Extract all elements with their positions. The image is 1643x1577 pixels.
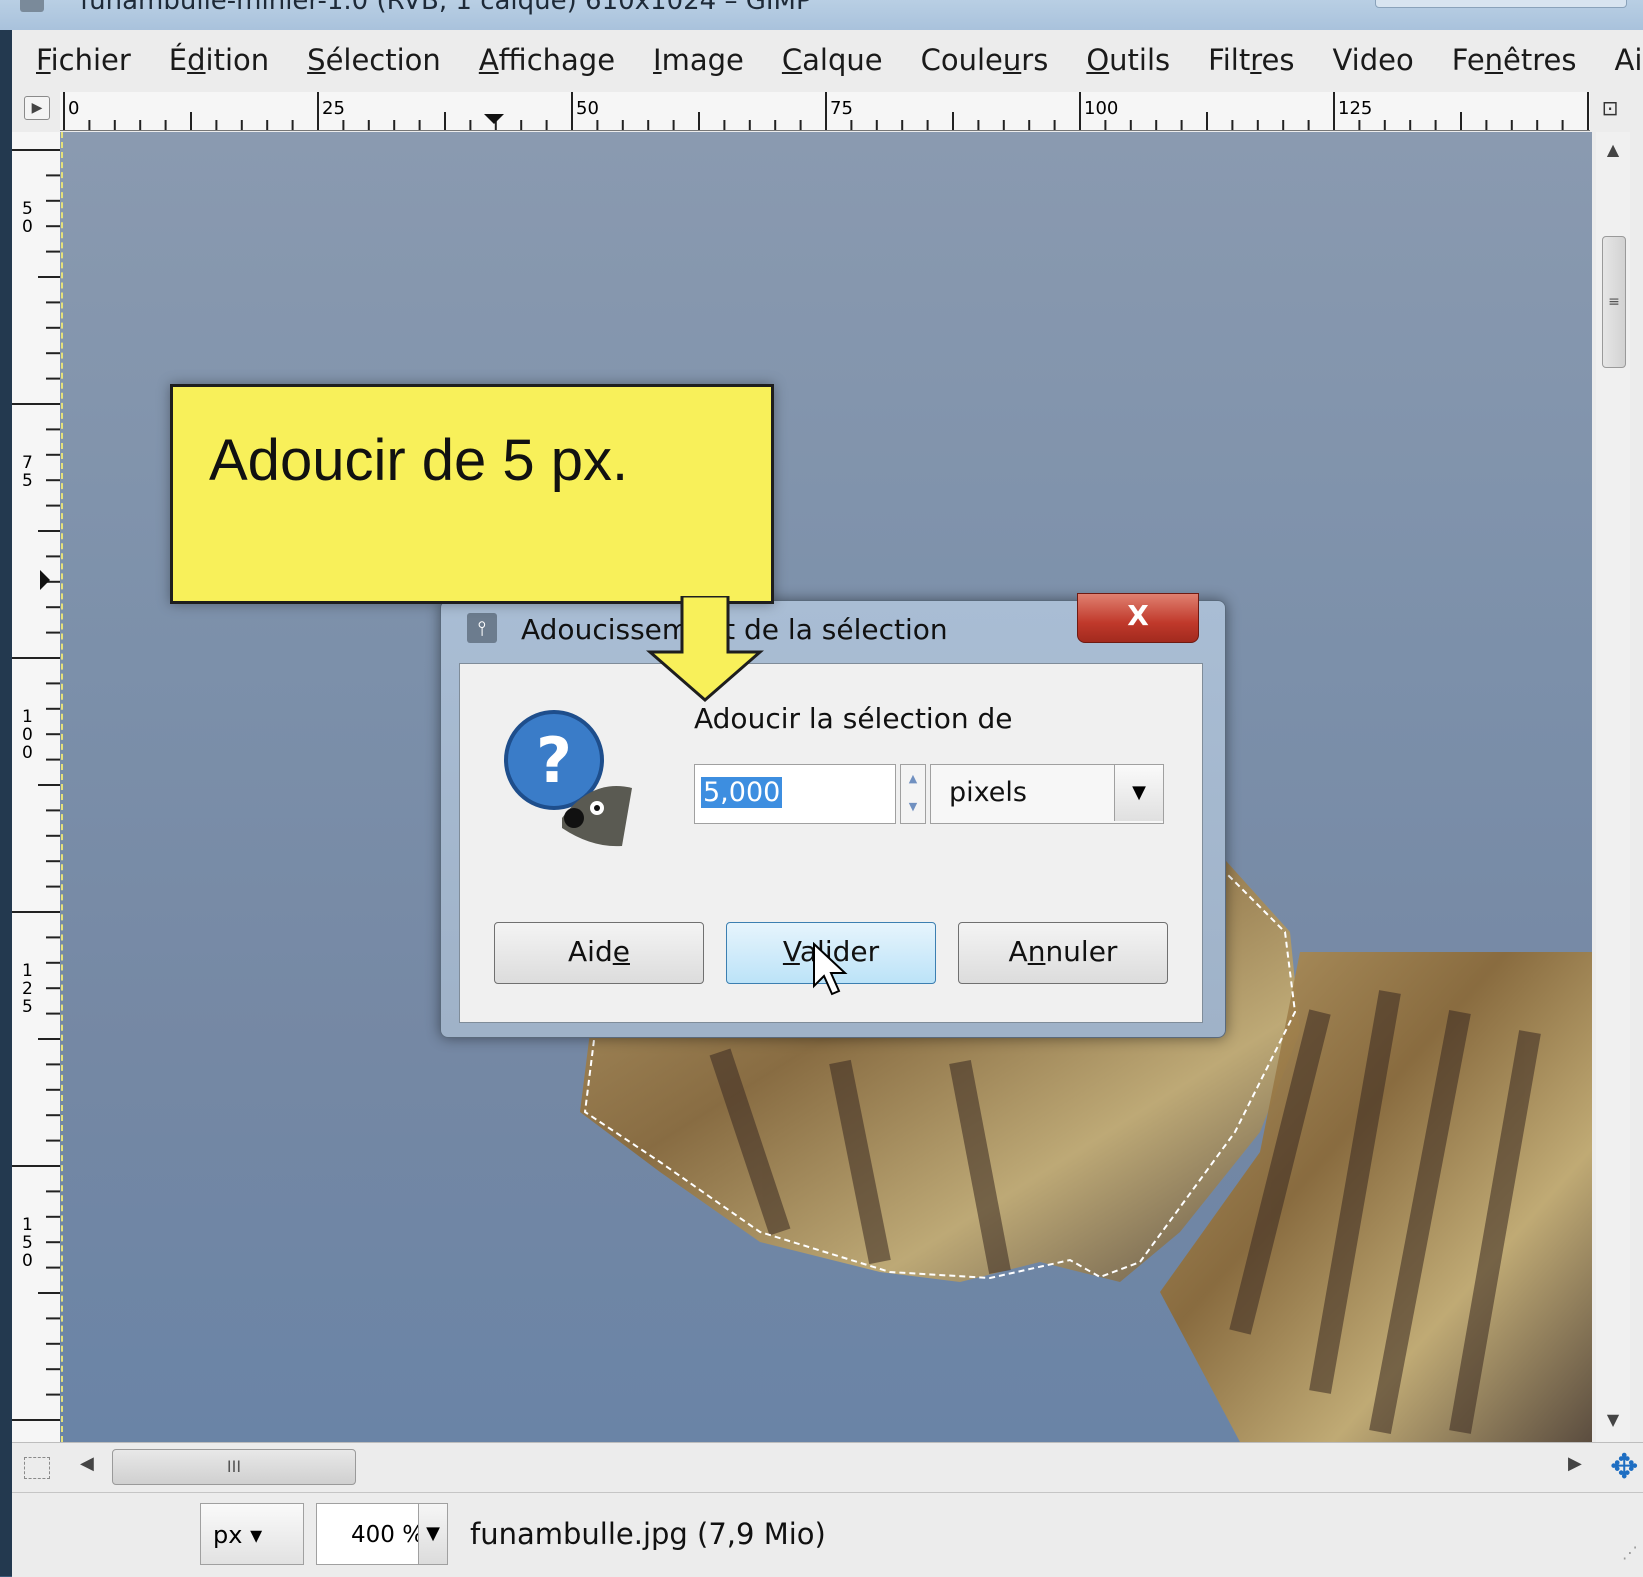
feather-unit-label: pixels	[949, 777, 1027, 808]
ruler-label: 1	[22, 707, 33, 727]
unit-selector[interactable]: px ▾	[200, 1503, 304, 1565]
vertical-scroll-thumb[interactable]: ≡	[1602, 236, 1626, 368]
menu-item-10[interactable]: Fenêtres	[1452, 43, 1577, 77]
help-label: Aid	[568, 935, 613, 968]
scroll-left-icon[interactable]: ◀	[80, 1453, 94, 1474]
help-label-mnemonic: e	[613, 935, 630, 968]
resize-grip-icon[interactable]: ⋰	[1622, 1543, 1638, 1562]
svg-text:?: ?	[536, 724, 572, 797]
menu-item-7[interactable]: Outils	[1086, 43, 1170, 77]
tutorial-callout: Adoucir de 5 px.	[170, 384, 774, 604]
ruler-label: 0	[22, 1251, 33, 1271]
navigate-icon[interactable]: ✥	[1610, 1447, 1639, 1487]
ruler-label: 100	[1084, 98, 1118, 119]
scroll-down-icon[interactable]: ▼	[1596, 1410, 1630, 1429]
zoom-dropdown-icon[interactable]: ▼	[418, 1504, 447, 1564]
unit-value: px	[213, 1521, 242, 1549]
cancel-label-b: nuler	[1045, 935, 1117, 968]
vertical-scrollbar[interactable]: ▲ ≡ ▼	[1596, 132, 1630, 1442]
menu-item-6[interactable]: Couleurs	[921, 43, 1049, 77]
window-title: funambulle-minier-1.0 (RVB, 1 calque) 61…	[80, 0, 812, 16]
menu-item-1[interactable]: Édition	[169, 43, 269, 77]
mouse-cursor-icon	[812, 942, 852, 1002]
cancel-label-mnemonic: n	[1028, 935, 1046, 968]
cancel-button[interactable]: Annuler	[958, 922, 1168, 984]
menu-item-8[interactable]: Filtres	[1208, 43, 1294, 77]
feather-radius-value: 5,000	[701, 777, 782, 808]
question-wilber-icon: ?	[502, 708, 602, 808]
feather-radius-stepper[interactable]: ▲▼	[900, 764, 926, 824]
feather-unit-select[interactable]: pixels ▼	[930, 764, 1164, 824]
ruler-label: 0	[68, 98, 79, 119]
quick-mask-toggle-icon[interactable]	[24, 1457, 50, 1479]
zoom-value: 400 %	[351, 1522, 424, 1548]
ruler-label: 25	[322, 98, 345, 119]
feather-radius-input[interactable]: 5,000	[694, 764, 896, 824]
ruler-label: 2	[22, 979, 33, 999]
pointer-position-marker	[484, 114, 504, 124]
gimp-dialog-icon: ⫯	[467, 613, 497, 643]
callout-arrow-icon	[640, 596, 770, 706]
ruler-label: 1	[22, 961, 33, 981]
help-button[interactable]: Aide	[494, 922, 704, 984]
desktop-edge	[0, 30, 12, 1576]
scroll-up-icon[interactable]: ▲	[1596, 140, 1630, 159]
zoom-fit-icon[interactable]: ⊡	[1596, 96, 1624, 124]
ruler-label: 0	[22, 743, 33, 763]
canvas-guide-line	[61, 132, 63, 1442]
file-info: funambulle.jpg (7,9 Mio)	[470, 1503, 826, 1565]
window-titlebar: funambulle-minier-1.0 (RVB, 1 calque) 61…	[0, 0, 1643, 30]
quick-mask-menu-icon[interactable]: ▶	[24, 96, 50, 120]
menu-item-4[interactable]: Image	[653, 43, 744, 77]
ruler-label: 7	[22, 453, 33, 473]
cancel-label-a: A	[1009, 935, 1028, 968]
statusbar: px ▾ 400 % ▼ funambulle.jpg (7,9 Mio) ⋰	[12, 1492, 1643, 1577]
menu-item-0[interactable]: Fichier	[36, 43, 131, 77]
ruler-label: 50	[576, 98, 599, 119]
ruler-label: 5	[22, 997, 33, 1017]
scroll-right-icon[interactable]: ▶	[1568, 1453, 1582, 1474]
horizontal-scroll-thumb[interactable]: III	[112, 1449, 356, 1485]
horizontal-ruler: 0 25 50 75 100 125	[60, 92, 1590, 131]
pointer-position-marker	[40, 570, 50, 590]
menubar: Fichier Édition Sélection Affichage Image Cal…	[12, 32, 1643, 88]
feather-prompt-label: Adoucir la sélection de	[694, 702, 1013, 735]
window-controls[interactable]	[1375, 0, 1627, 8]
ruler-label: 5	[22, 199, 33, 219]
menu-item-11[interactable]: Aide	[1615, 43, 1643, 77]
menu-item-3[interactable]: Affichage	[479, 43, 615, 77]
ruler-label: 1	[22, 1215, 33, 1235]
ruler-label: 5	[22, 471, 33, 491]
ruler-label: 5	[22, 1233, 33, 1253]
vertical-ruler: 5075100125150	[12, 132, 61, 1442]
gimp-app-icon	[20, 0, 44, 12]
ruler-label: 125	[1338, 98, 1372, 119]
ruler-label: 0	[22, 217, 33, 237]
menu-item-5[interactable]: Calque	[782, 43, 883, 77]
menu-item-2[interactable]: Sélection	[307, 43, 441, 77]
ok-label-mnemonic: V	[783, 935, 800, 968]
zoom-selector[interactable]: 400 % ▼	[316, 1503, 448, 1565]
dialog-close-button[interactable]: X	[1077, 593, 1199, 643]
menu-item-9[interactable]: Video	[1332, 43, 1413, 77]
ruler-label: 75	[830, 98, 853, 119]
callout-text: Adoucir de 5 px.	[209, 427, 628, 494]
chevron-down-icon[interactable]: ▼	[1114, 765, 1163, 821]
horizontal-scrollbar-row: ◀ III ▶ ✥	[12, 1442, 1643, 1491]
ruler-label: 0	[22, 725, 33, 745]
